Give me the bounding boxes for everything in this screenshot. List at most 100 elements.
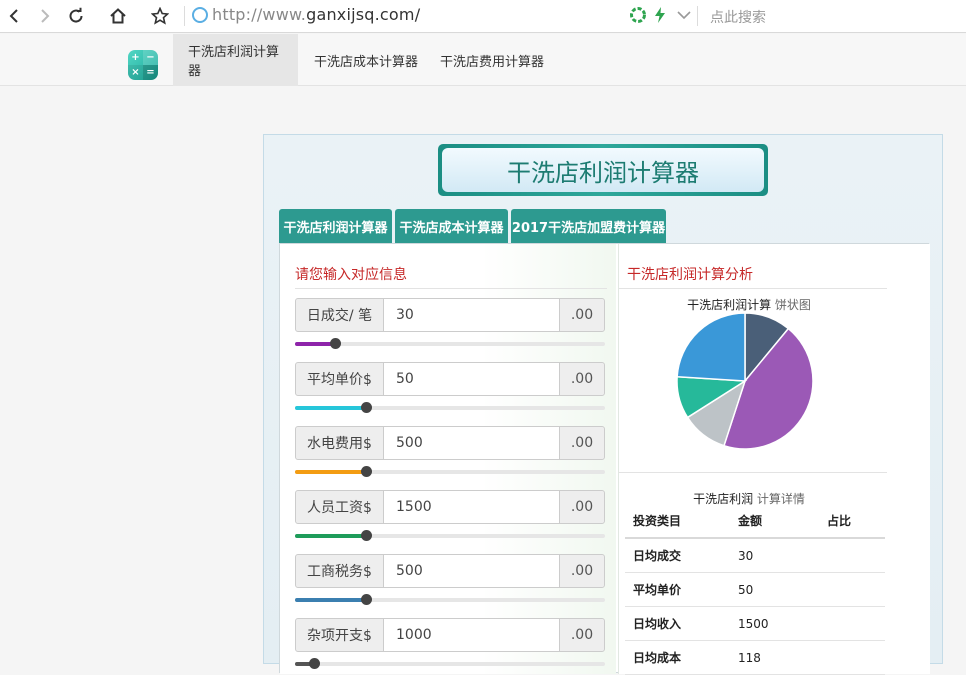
input-section: 请您输入对应信息 日成交/ 笔 .00 平均单价$ .00 水电费用$ .00 人员工资$.… xyxy=(280,244,616,674)
row-category: 日均成交 xyxy=(633,549,682,563)
tab-profit-calculator[interactable]: 干洗店利润计算器 xyxy=(279,209,392,243)
lightning-icon[interactable] xyxy=(651,6,669,24)
calculator-title: 干洗店利润计算器 xyxy=(442,148,764,192)
url-prefix: http://www. xyxy=(212,5,307,24)
slider-handle[interactable] xyxy=(361,402,372,413)
row-category: 平均单价 xyxy=(633,583,682,597)
field-suffix: .00 xyxy=(559,362,605,396)
refresh-icon[interactable] xyxy=(65,5,87,27)
home-icon[interactable] xyxy=(107,5,129,27)
input-field-2: 水电费用$ .00 xyxy=(295,426,605,460)
field-value-input[interactable] xyxy=(384,554,560,588)
row-amount: 1500 xyxy=(738,617,769,631)
table-row: 日均收入 1500 xyxy=(625,607,885,641)
input-section-divider xyxy=(295,288,607,289)
field-suffix: .00 xyxy=(559,554,605,588)
site-tab-expense[interactable]: 干洗店费用计算器 xyxy=(425,34,559,86)
field-suffix: .00 xyxy=(559,618,605,652)
input-field-4: 工商税务$ .00 xyxy=(295,554,605,588)
slider-handle[interactable] xyxy=(361,530,372,541)
slider-track xyxy=(295,342,605,346)
value-slider-3[interactable] xyxy=(295,530,605,541)
pie-title-sub: 饼状图 xyxy=(774,298,811,312)
value-slider-5[interactable] xyxy=(295,658,605,669)
url-separator xyxy=(184,6,185,26)
analysis-section-title: 干洗店利润计算分析 xyxy=(627,267,753,283)
input-field-5: 杂项开支$ .00 xyxy=(295,618,605,652)
chart-divider xyxy=(619,472,887,473)
field-value-input[interactable] xyxy=(384,426,560,460)
address-bar[interactable]: http://www.ganxijsq.com/ xyxy=(212,5,420,24)
table-row: 平均单价 50 xyxy=(625,573,885,607)
field-value-input[interactable] xyxy=(384,618,560,652)
table-row: 日均成交 30 xyxy=(625,539,885,573)
value-slider-0[interactable] xyxy=(295,338,605,349)
slider-fill xyxy=(295,470,366,474)
field-label: 平均单价$ xyxy=(295,362,384,396)
input-section-title: 请您输入对应信息 xyxy=(295,267,407,283)
field-label: 杂项开支$ xyxy=(295,618,384,652)
detail-table-title: 干洗店利润 计算详情 xyxy=(619,490,879,507)
analysis-section: 干洗店利润计算分析 干洗店利润计算 饼状图 干洗店利润 计算详情 投资类目 金额… xyxy=(618,244,930,675)
field-value-input[interactable] xyxy=(384,490,560,524)
search-separator xyxy=(697,6,698,26)
field-label: 日成交/ 笔 xyxy=(295,298,384,332)
pie-chart-title: 干洗店利润计算 饼状图 xyxy=(619,296,879,313)
value-slider-4[interactable] xyxy=(295,594,605,605)
tab-franchise-fee-calculator[interactable]: 2017干洗店加盟费计算器 xyxy=(511,209,666,243)
search-input[interactable]: 点此搜索 xyxy=(710,7,766,27)
table-row: 日均成本 118 xyxy=(625,641,885,675)
pie-chart-svg xyxy=(676,312,814,450)
slider-fill xyxy=(295,406,366,410)
input-field-0: 日成交/ 笔 .00 xyxy=(295,298,605,332)
slider-fill xyxy=(295,598,366,602)
back-icon[interactable] xyxy=(3,5,25,27)
detail-title-main: 干洗店利润 xyxy=(693,492,754,506)
forward-icon[interactable] xyxy=(34,5,56,27)
calculator-panel: 干洗店利润计算器 干洗店利润计算器 干洗店成本计算器 2017干洗店加盟费计算器… xyxy=(263,134,943,675)
input-field-1: 平均单价$ .00 xyxy=(295,362,605,396)
tab-cost-calculator[interactable]: 干洗店成本计算器 xyxy=(395,209,508,243)
field-suffix: .00 xyxy=(559,298,605,332)
site-nav: + − × = 干洗店利润计算器 干洗店成本计算器 干洗店费用计算器 xyxy=(0,34,966,86)
pie-title-main: 干洗店利润计算 xyxy=(687,298,772,312)
header-category: 投资类目 xyxy=(633,514,682,528)
pie-slice-4 xyxy=(676,312,746,382)
url-domain: ganxijsq.com/ xyxy=(306,5,421,24)
row-category: 日均成本 xyxy=(633,651,682,665)
slider-handle[interactable] xyxy=(309,658,320,669)
field-value-input[interactable] xyxy=(384,298,560,332)
calculator-body: 请您输入对应信息 日成交/ 笔 .00 平均单价$ .00 水电费用$ .00 人员工资$.… xyxy=(279,243,930,675)
pie-chart xyxy=(676,312,814,450)
detail-table-header: 投资类目 金额 占比 xyxy=(625,508,885,539)
slider-fill xyxy=(295,534,366,538)
site-tab-profit[interactable]: 干洗店利润计算器 xyxy=(173,34,298,86)
value-slider-1[interactable] xyxy=(295,402,605,413)
field-suffix: .00 xyxy=(559,426,605,460)
detail-table-body: 日均成交 30 平均单价 50 日均收入 1500 日均成本 118 xyxy=(625,539,885,675)
row-amount: 30 xyxy=(738,549,754,563)
header-ratio: 占比 xyxy=(827,514,852,528)
browser-toolbar: http://www.ganxijsq.com/ 点此搜索 xyxy=(0,0,966,33)
field-value-input[interactable] xyxy=(384,362,560,396)
field-suffix: .00 xyxy=(559,490,605,524)
value-slider-2[interactable] xyxy=(295,466,605,477)
slider-handle[interactable] xyxy=(361,594,372,605)
row-category: 日均收入 xyxy=(633,617,682,631)
header-amount: 金额 xyxy=(738,514,763,528)
detail-table: 投资类目 金额 占比 日均成交 30 平均单价 50 日均收入 1500 日均成本 118 xyxy=(625,508,885,675)
row-amount: 118 xyxy=(738,651,761,665)
slider-track xyxy=(295,662,605,666)
bookmark-star-icon[interactable] xyxy=(149,5,171,27)
row-amount: 50 xyxy=(738,583,754,597)
calculator-logo-icon[interactable]: + − × = xyxy=(128,50,158,80)
calculator-title-banner: 干洗店利润计算器 xyxy=(438,144,768,196)
chevron-down-icon[interactable] xyxy=(675,6,693,24)
detail-title-sub: 计算详情 xyxy=(756,492,805,506)
field-label: 工商税务$ xyxy=(295,554,384,588)
extension-green-icon[interactable] xyxy=(629,6,647,24)
slider-handle[interactable] xyxy=(361,466,372,477)
field-label: 人员工资$ xyxy=(295,490,384,524)
site-tab-cost[interactable]: 干洗店成本计算器 xyxy=(299,34,433,86)
slider-handle[interactable] xyxy=(330,338,341,349)
